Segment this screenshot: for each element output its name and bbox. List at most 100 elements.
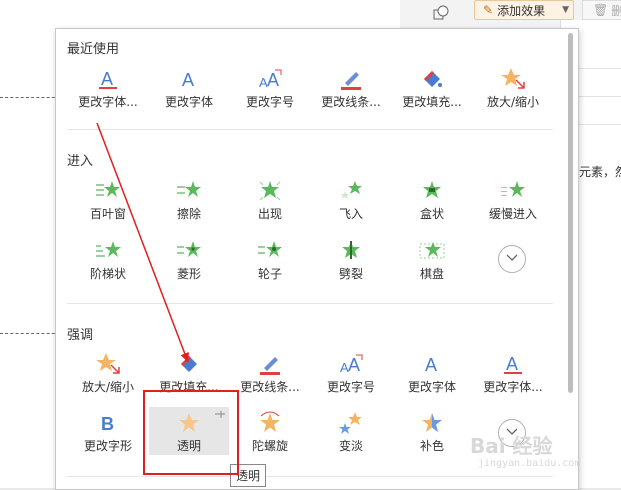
add-effect-button[interactable]: ✎ 添加效果 ▼ [474,0,574,20]
effect-label: 缓慢进入 [488,207,537,221]
diamond-star-icon [149,239,229,263]
effect-label: 劈裂 [338,267,363,281]
effect-blinds[interactable]: 百叶窗 [68,175,148,223]
chevron-down-icon [505,252,519,266]
scrollbar-thumb[interactable] [568,33,573,393]
line-color-pen-icon [311,67,391,91]
crawl-in-star-icon [473,179,553,203]
slide-guide-line [0,333,60,334]
effect-label: 更改字体... [483,380,543,394]
letter-a-icon: A [392,352,472,376]
svg-text:A: A [182,70,194,90]
effect-label: 陀螺旋 [251,439,288,453]
effect-label: 放大/缩小 [486,95,540,109]
effect-label: 更改字体... [78,95,138,109]
effect-box[interactable]: 盒状 [392,175,472,223]
effect-wheel[interactable]: 轮子 [230,235,310,283]
letter-a-underline-icon: A [473,352,553,376]
effect-change-font-color[interactable]: A 更改字体... [68,63,148,111]
line-color-pen-icon [230,352,310,376]
effect-label: 更改字形 [83,439,132,453]
section-title-emphasis: 强调 [67,328,94,343]
watermark-logo: Bai 经验 [470,434,553,458]
svg-text:A: A [267,70,279,90]
checkerboard-star-icon [392,239,472,263]
slide-guide-line [0,97,60,98]
effect-label: 菱形 [176,267,201,281]
effect-split[interactable]: 劈裂 [311,235,391,283]
effect-change-font-style[interactable]: B 更改字形 [68,407,148,455]
effect-wipe[interactable]: 擦除 [149,175,229,223]
letter-b-icon: B [68,411,148,435]
delete-label: 删 [611,3,621,18]
effect-label: 阶梯状 [89,267,126,281]
pen-icon: ✎ [483,3,494,17]
effect-label: 更改字号 [245,95,294,109]
shapes-icon[interactable] [432,4,450,22]
delete-button[interactable]: 🗑 删 [582,0,621,20]
effect-change-line-color[interactable]: 更改线条... [311,63,391,111]
complement-star-icon [392,411,472,435]
effect-change-font[interactable]: A 更改字体 [149,63,229,111]
letter-a-icon: A [149,67,229,91]
fill-bucket-icon [149,352,229,376]
effect-complementary-color[interactable]: 补色 [392,407,472,455]
effect-spin[interactable]: 陀螺旋 [230,407,310,455]
effect-label: 更改线条... [321,95,381,109]
watermark-url: jingyan.baidu.com [478,458,581,469]
blinds-star-icon [68,179,148,203]
effect-appear[interactable]: 出现 [230,175,310,223]
fade-stars-icon [311,411,391,435]
letter-a-underline-icon: A [68,67,148,91]
effect-change-font-color[interactable]: A 更改字体... [473,348,553,396]
effect-label: 盒状 [419,207,444,221]
svg-text:B: B [101,414,114,434]
effect-zoom[interactable]: 放大/缩小 [473,63,553,111]
effect-diamond[interactable]: 菱形 [149,235,229,283]
appear-star-icon [230,179,310,203]
section-title-recent: 最近使用 [67,42,120,57]
add-effect-dropdown: 最近使用 A 更改字体... A 更改字体 AA 更改字号 更改线条... 更改… [55,28,579,490]
fly-in-star-icon [311,179,391,203]
effect-change-fill-color[interactable]: 更改填充... [149,348,229,396]
effect-stairs[interactable]: 阶梯状 [68,235,148,283]
entrance-more-button[interactable] [498,245,526,273]
effect-checkerboard[interactable]: 棋盘 [392,235,472,283]
svg-text:A: A [425,355,437,375]
letter-a-grow-icon: AA [311,352,391,376]
effect-label: 更改线条... [240,380,300,394]
effect-label: 更改字体 [164,95,213,109]
effect-label: 更改填充... [402,95,462,109]
box-star-icon [392,179,472,203]
divider [67,476,553,477]
effect-label: 百叶窗 [89,207,126,221]
chevron-down-icon[interactable]: ▼ [562,5,569,15]
effect-change-font-size[interactable]: AA 更改字号 [311,348,391,396]
effect-change-line-color[interactable]: 更改线条... [230,348,310,396]
svg-text:A: A [348,355,360,375]
wheel-star-icon [230,239,310,263]
section-title-entrance: 进入 [67,154,94,169]
effect-label: 变淡 [338,439,363,453]
spin-star-icon [230,411,310,435]
star-zoom-icon [473,67,553,91]
effect-label: 放大/缩小 [81,380,135,394]
stairs-star-icon [68,239,148,263]
effect-label: 更改字号 [326,380,375,394]
effect-zoom[interactable]: 放大/缩小 [68,348,148,396]
effect-change-fill-color[interactable]: 更改填充... [392,63,472,111]
wipe-star-icon [149,179,229,203]
effect-fly-in[interactable]: 飞入 [311,175,391,223]
effect-fade[interactable]: 变淡 [311,407,391,455]
effect-label: 出现 [257,207,282,221]
svg-text:A: A [101,69,113,89]
star-zoom-icon [68,352,148,376]
svg-text:A: A [506,354,518,374]
fill-bucket-icon [392,67,472,91]
highlight-box [143,390,239,475]
effect-label: 飞入 [338,207,363,221]
effect-label: 轮子 [257,267,282,281]
effect-change-font[interactable]: A 更改字体 [392,348,472,396]
effect-crawl-in[interactable]: 缓慢进入 [473,175,553,223]
effect-change-font-size[interactable]: AA 更改字号 [230,63,310,111]
